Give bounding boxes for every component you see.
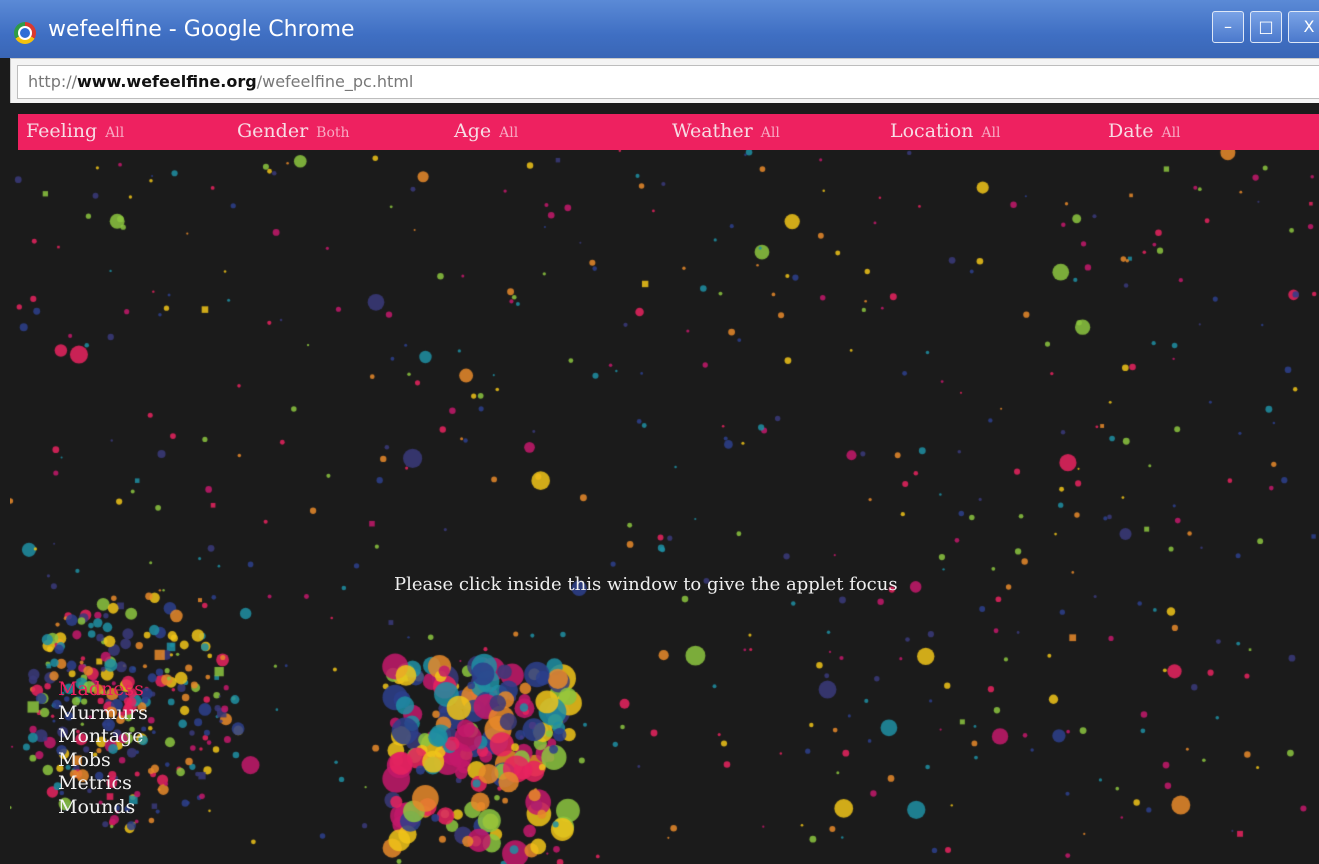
filter-label: Gender: [237, 120, 309, 142]
filter-date[interactable]: Date All: [1108, 120, 1181, 142]
particle-visualization[interactable]: [10, 150, 1319, 864]
url-host: www.wefeelfine.org: [77, 72, 257, 91]
mode-mounds[interactable]: Mounds: [58, 796, 148, 820]
title-bar[interactable]: wefeelfine - Google Chrome – □ X: [0, 0, 1319, 58]
filter-label: Weather: [672, 120, 753, 142]
filter-value: All: [1161, 125, 1181, 141]
close-button[interactable]: X: [1288, 11, 1319, 43]
filter-value: Both: [316, 125, 350, 141]
browser-window: wefeelfine - Google Chrome – □ X http://…: [0, 0, 1319, 864]
filter-value: All: [981, 125, 1001, 141]
maximize-button[interactable]: □: [1250, 11, 1282, 43]
filter-value: All: [499, 125, 519, 141]
filter-label: Feeling: [26, 120, 98, 142]
mode-mobs[interactable]: Mobs: [58, 749, 148, 773]
filter-label: Location: [890, 120, 974, 142]
filter-bar: Feeling All Gender Both Age All Weather All …: [18, 114, 1319, 150]
filter-location[interactable]: Location All: [890, 120, 1001, 142]
address-field[interactable]: http://www.wefeelfine.org/wefeelfine_pc.…: [17, 65, 1319, 99]
filter-label: Age: [454, 120, 492, 142]
filter-label: Date: [1108, 120, 1154, 142]
applet-area[interactable]: Feeling All Gender Both Age All Weather All …: [10, 103, 1319, 864]
filter-feeling[interactable]: Feeling All: [26, 120, 124, 142]
filter-gender[interactable]: Gender Both: [237, 120, 350, 142]
filter-age[interactable]: Age All: [454, 120, 518, 142]
url-scheme: http://: [28, 72, 78, 91]
url-text: http://www.wefeelfine.org/wefeelfine_pc.…: [28, 72, 413, 91]
toolbar: http://www.wefeelfine.org/wefeelfine_pc.…: [10, 58, 1319, 103]
minimize-button[interactable]: –: [1212, 11, 1244, 43]
filter-weather[interactable]: Weather All: [672, 120, 780, 142]
mode-murmurs[interactable]: Murmurs: [58, 702, 148, 726]
applet-focus-message: Please click inside this window to give …: [394, 574, 898, 595]
mode-montage[interactable]: Montage: [58, 725, 148, 749]
window-title: wefeelfine - Google Chrome: [48, 17, 355, 42]
mode-madness[interactable]: Madness: [58, 678, 148, 702]
url-path: /wefeelfine_pc.html: [256, 72, 414, 91]
filter-value: All: [760, 125, 780, 141]
filter-value: All: [105, 125, 125, 141]
mode-menu: Madness Murmurs Montage Mobs Metrics Mou…: [58, 678, 148, 819]
mode-metrics[interactable]: Metrics: [58, 772, 148, 796]
chrome-logo-icon: [14, 22, 36, 44]
